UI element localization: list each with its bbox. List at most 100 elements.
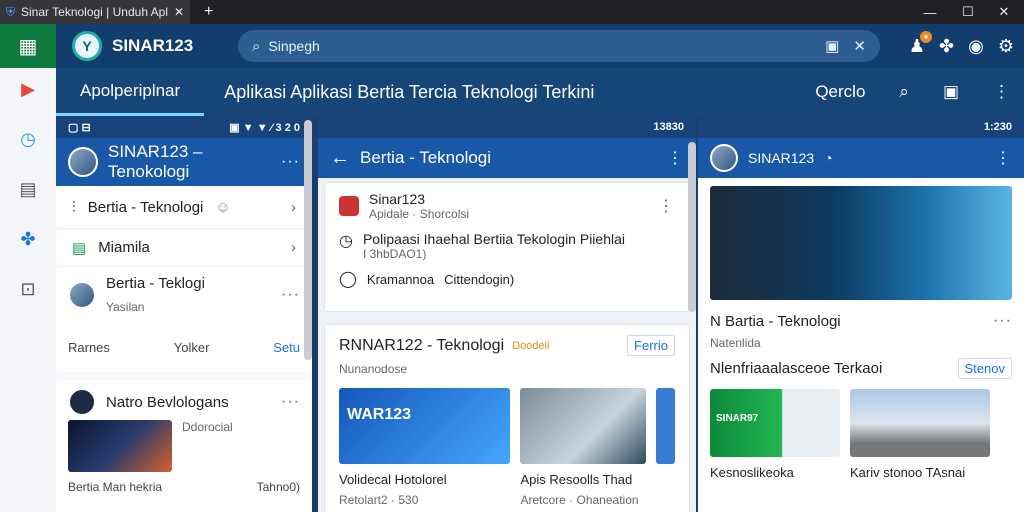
window-titlebar: ⛨ Sinar Teknologi | Unduh Aplikasi ✕ + —…: [0, 0, 1024, 24]
list-item-label: Kramannoa: [366, 271, 435, 287]
settings-gear-icon[interactable]: ⚙: [998, 36, 1014, 57]
bag-icon[interactable]: ⊡: [17, 278, 39, 300]
back-arrow-icon[interactable]: ←: [330, 147, 350, 170]
more-vertical-icon[interactable]: ⋮: [658, 196, 675, 216]
thumb-card[interactable]: Kariv stonoo TAsnai: [850, 389, 990, 480]
search-icon-nav[interactable]: ⌕: [899, 82, 909, 102]
list-item[interactable]: ⫶ Bertia - Teknologi ☺ ›: [56, 186, 312, 228]
more-vertical-icon[interactable]: ⋮: [995, 148, 1012, 168]
post-avatar[interactable]: [68, 280, 96, 309]
thumb-card[interactable]: WAR123 Volidecal Hotolorel Retolart2 · 5…: [339, 388, 511, 507]
post-card-2[interactable]: Natro Bevlologans ··· Ddorocial Bertia M…: [56, 380, 312, 512]
search-input[interactable]: [268, 38, 818, 54]
shield-icon: ⛨: [6, 4, 16, 19]
list-item[interactable]: ◷ Polipaasi Ihaehal Bertiia Tekologin Pi…: [339, 231, 675, 261]
window-icon[interactable]: ▣: [943, 82, 959, 102]
card-side-text: Ddorocial: [182, 420, 233, 434]
card-footer: Bertia Man hekria: [68, 480, 163, 494]
nav-bar: Apolperiplnar Aplikasi Aplikasi Bertia T…: [56, 68, 1024, 116]
left-rail: ▶ ◷ ▤ ✤ ⊡: [0, 68, 56, 512]
brand-name: SINAR123: [112, 36, 194, 55]
chat-icon: ◯: [339, 271, 357, 288]
status-right: 1:230: [983, 121, 1012, 133]
thumb-image: [520, 388, 646, 464]
globe-icon[interactable]: ◉: [968, 36, 984, 57]
avatar[interactable]: [710, 144, 738, 172]
list-item[interactable]: ◯ Kramannoa Cittendogin): [339, 269, 675, 289]
post-meta: Apidale · Shorcolsi: [369, 207, 470, 221]
section-title: Nlenfriaaalasceoe Terkaoi: [710, 360, 883, 377]
close-tab-icon[interactable]: ✕: [174, 5, 184, 19]
post-action-3[interactable]: Setu: [273, 340, 300, 355]
tools-icon[interactable]: ✕: [853, 37, 866, 55]
search-icon: ⌕: [252, 37, 261, 55]
brand[interactable]: Y SINAR123: [72, 31, 232, 61]
thumb-card[interactable]: SINAR97 Kesnoslikeoka: [710, 389, 840, 480]
more-icon[interactable]: ···: [281, 393, 300, 411]
detail-card: Sinar123 Apidale · Shorcolsi ⋮ ◷ Polipaa…: [324, 182, 690, 312]
hero-image: [710, 186, 1012, 300]
list-item-sub: I 3hbDAO1): [362, 247, 427, 261]
panel-title: SINAR123: [748, 150, 815, 166]
screen-icon[interactable]: ▣: [825, 37, 839, 55]
clock-icon: ◷: [339, 233, 353, 250]
more-vertical-icon[interactable]: ⋮: [993, 82, 1010, 102]
minimize-button[interactable]: —: [910, 0, 950, 24]
chevron-right-icon: ›: [291, 198, 296, 216]
browser-tab[interactable]: ⛨ Sinar Teknologi | Unduh Aplikasi ✕: [0, 0, 190, 24]
post-subtitle: Yasilan: [106, 300, 145, 314]
calendar-icon[interactable]: ▤: [17, 178, 39, 200]
panel-title: SINAR123 – Tenokologi: [108, 142, 203, 181]
news-card[interactable]: RNNAR122 - Teknologi Doodeii Ferrio Nuna…: [324, 324, 690, 512]
avatar[interactable]: [68, 147, 98, 177]
post-avatar[interactable]: [68, 388, 96, 416]
thumb-caption: Kesnoslikeoka: [710, 465, 794, 480]
more-icon[interactable]: ···: [281, 153, 300, 171]
grid-icon: ▦: [18, 35, 38, 58]
search-bar[interactable]: ⌕ ▣ ✕: [238, 30, 880, 62]
logo-icon: Y: [72, 31, 102, 61]
list-item-sub: Cittendogin): [444, 271, 515, 287]
thumb-caption: Volidecal Hotolorel: [339, 472, 447, 487]
scrollbar[interactable]: [688, 142, 696, 312]
hero-card[interactable]: N Bartia - Teknologi ··· Natenlida: [698, 178, 1024, 358]
thumb-card[interactable]: Apis Resoolls Thad Aretcore · Ohaneation: [520, 388, 646, 507]
section-header: Nlenfriaaalasceoe Terkaoi Stenov: [698, 358, 1024, 379]
sheet-icon: ▤: [72, 239, 87, 257]
more-vertical-icon[interactable]: ⋮: [667, 148, 684, 168]
panel-right-header: SINAR123 ◔ ⋮: [698, 138, 1024, 178]
new-tab-button[interactable]: +: [204, 3, 213, 21]
panel-left: ▢ ⊟ ▣ ▼ ▼ ⁄ 3 2 0 SINAR123 – Tenokologi …: [56, 116, 312, 512]
status-bar: ▢ ⊟ ▣ ▼ ▼ ⁄ 3 2 0: [56, 116, 312, 138]
video-thumbnail[interactable]: [68, 420, 172, 472]
play-store-icon[interactable]: ▶: [17, 78, 39, 100]
panel-left-header: SINAR123 – Tenokologi ···: [56, 138, 312, 186]
chart-icon: ⫶: [72, 198, 76, 216]
maximize-button[interactable]: ☐: [948, 0, 988, 24]
section-button[interactable]: Stenov: [957, 358, 1012, 379]
card-badge: Doodeii: [512, 339, 550, 352]
notification-icon[interactable]: ♟ ●: [909, 30, 933, 57]
close-window-button[interactable]: ✕: [984, 0, 1024, 24]
post-action-1[interactable]: Rarnes: [68, 340, 110, 355]
thumb-image: WAR123: [339, 388, 511, 464]
post-action-2[interactable]: Yolker: [174, 340, 210, 355]
tab-active[interactable]: Apolperiplnar: [56, 68, 205, 116]
post-card[interactable]: Bertia - Teklogi Yasilan ··· Rarnes Yolk…: [56, 266, 312, 372]
more-icon[interactable]: ···: [281, 286, 300, 304]
thumb-caption: Kariv stonoo TAsnai: [850, 465, 966, 480]
apps-grid-button[interactable]: ▦: [0, 24, 56, 68]
card-button[interactable]: Ferrio: [627, 335, 675, 356]
puzzle-rail-icon[interactable]: ✤: [17, 228, 39, 250]
nav-right-label[interactable]: Qerclo: [815, 82, 865, 102]
scrollbar[interactable]: [304, 120, 312, 360]
more-icon[interactable]: ···: [993, 312, 1012, 330]
clock-icon[interactable]: ◷: [17, 128, 39, 150]
card-footer-right: Tahno0): [256, 480, 300, 494]
app-header: ▦ Y SINAR123 ⌕ ▣ ✕ ♟● ✤ ◉ ⚙: [0, 24, 1024, 68]
thumb-image-partial[interactable]: [655, 388, 675, 464]
panel-right: 1:230 SINAR123 ◔ ⋮ N Bartia - Teknologi …: [698, 116, 1024, 512]
thumb-image: SINAR97: [710, 389, 840, 457]
puzzle-icon[interactable]: ✤: [939, 36, 954, 57]
list-item[interactable]: ▤ Miamila ›: [56, 228, 312, 266]
